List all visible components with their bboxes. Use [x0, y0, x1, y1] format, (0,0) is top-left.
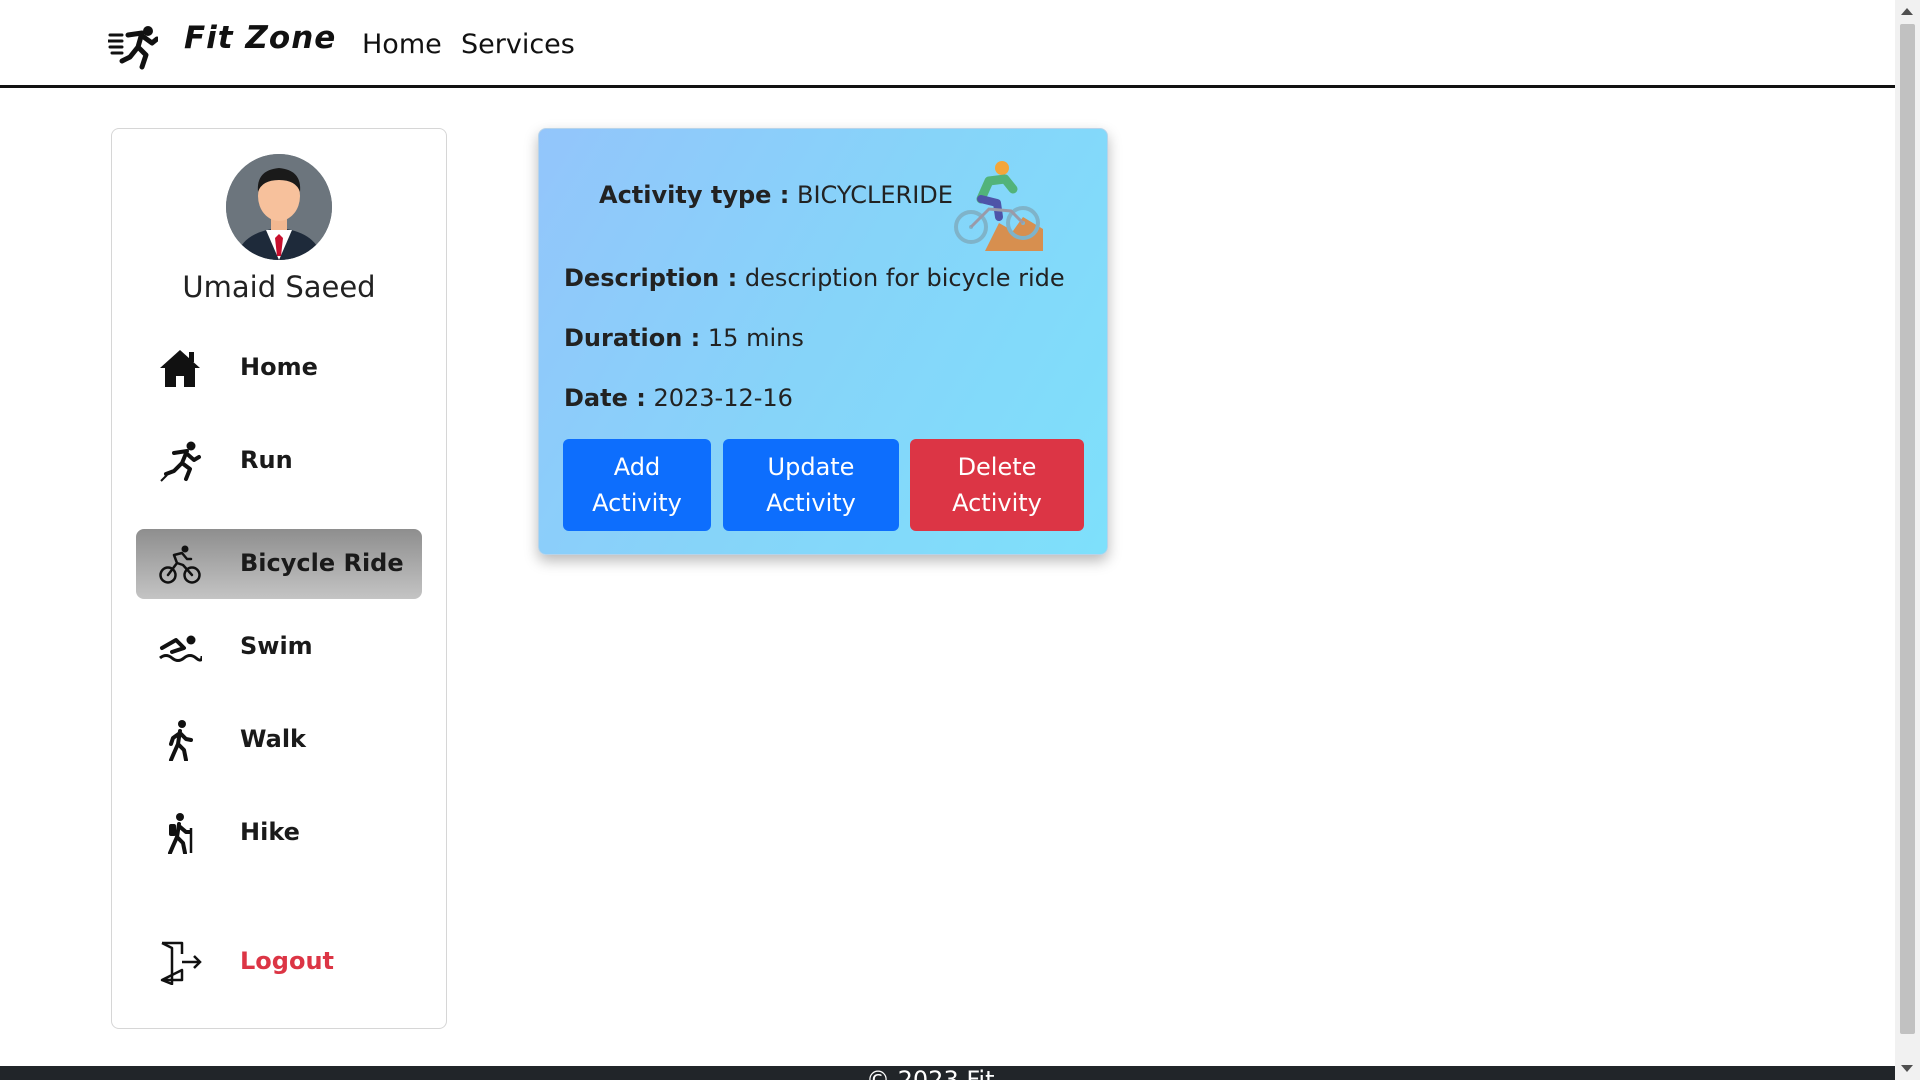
- scrollbar-thumb[interactable]: [1900, 24, 1915, 1034]
- user-name: Umaid Saeed: [182, 270, 376, 304]
- sidebar-item-label: Hike: [240, 818, 300, 846]
- sidebar-item-swim[interactable]: Swim: [136, 612, 422, 682]
- logout-label: Logout: [240, 947, 335, 975]
- logout-door-icon: [160, 941, 202, 985]
- activity-type-value: BICYCLERIDE: [797, 181, 953, 209]
- logout-button[interactable]: Logout: [136, 927, 422, 997]
- sidebar-item-walk[interactable]: Walk: [136, 705, 422, 775]
- description-value: description for bicycle ride: [744, 264, 1065, 292]
- add-activity-button[interactable]: Add Activity: [563, 439, 711, 531]
- top-navbar: Fit Zone Home Services: [0, 0, 1895, 88]
- walker-icon: [169, 720, 193, 761]
- nav-link-services[interactable]: Services: [461, 29, 575, 60]
- avatar-image: [226, 154, 332, 260]
- activity-card: Activity type : BICYCLERIDE Description …: [538, 128, 1108, 555]
- sidebar-item-label: Swim: [240, 632, 313, 660]
- scroll-down-arrow-icon[interactable]: [1901, 1065, 1913, 1072]
- swimmer-icon: [159, 635, 202, 662]
- duration-value: 15 mins: [707, 324, 804, 352]
- sidebar-item-label: Run: [240, 446, 293, 474]
- footer: © 2023 Fit: [0, 1066, 1895, 1080]
- activity-type-label: Activity type :: [599, 181, 790, 209]
- footer-copyright: © 2023 Fit: [866, 1066, 995, 1080]
- brand-name[interactable]: Fit Zone: [184, 20, 336, 56]
- nav-link-home[interactable]: Home: [362, 29, 442, 60]
- sidebar-item-label: Bicycle Ride: [240, 549, 404, 577]
- scroll-up-arrow-icon[interactable]: [1901, 8, 1913, 15]
- activity-type-row: Activity type : BICYCLERIDE: [599, 181, 953, 209]
- cyclist-illustration-icon: [954, 161, 1043, 251]
- runner-logo-icon[interactable]: [108, 25, 158, 71]
- date-label: Date :: [564, 384, 646, 412]
- date-value: 2023-12-16: [653, 384, 793, 412]
- duration-row: Duration : 15 mins: [564, 324, 804, 352]
- duration-label: Duration :: [564, 324, 701, 352]
- sidebar-item-hike[interactable]: Hike: [136, 798, 422, 868]
- date-row: Date : 2023-12-16: [564, 384, 793, 412]
- runner-icon: [160, 441, 201, 482]
- vertical-scrollbar[interactable]: [1895, 0, 1920, 1080]
- sidebar-item-label: Walk: [240, 725, 306, 753]
- sidebar-item-label: Home: [240, 353, 318, 381]
- home-icon: [160, 350, 200, 387]
- description-row: Description : description for bicycle ri…: [564, 264, 1065, 292]
- hiker-icon: [168, 813, 193, 854]
- update-activity-button[interactable]: Update Activity: [723, 439, 899, 531]
- description-label: Description :: [564, 264, 738, 292]
- delete-activity-button[interactable]: Delete Activity: [910, 439, 1084, 531]
- sidebar-item-bicycle-ride[interactable]: Bicycle Ride: [136, 529, 422, 599]
- bicycle-icon: [159, 545, 201, 584]
- sidebar-item-run[interactable]: Run: [136, 426, 422, 496]
- sidebar: Umaid Saeed Home Run Bicycle Ride Swim W…: [111, 128, 447, 1029]
- sidebar-item-home[interactable]: Home: [136, 333, 422, 403]
- avatar: [226, 154, 332, 260]
